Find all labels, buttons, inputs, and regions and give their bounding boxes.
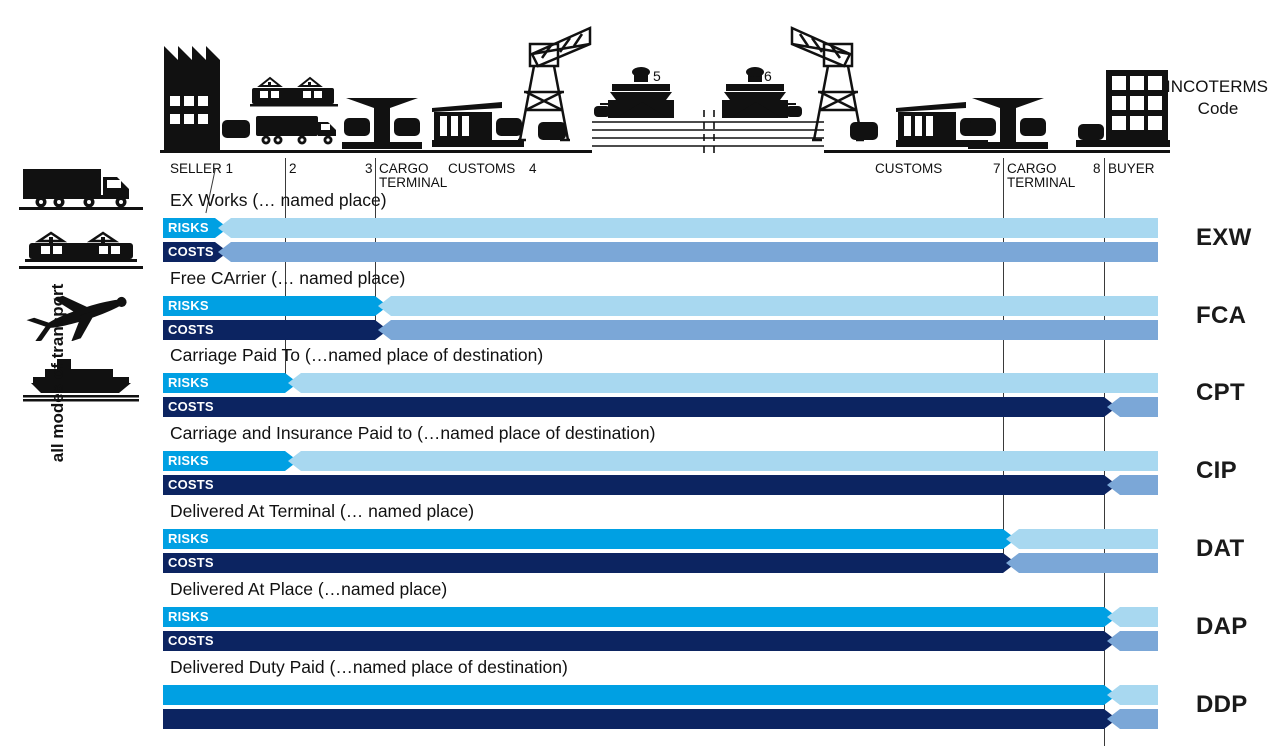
segment-buyer-risks — [218, 218, 1158, 238]
axis-label-terminal-right: TERMINAL — [1007, 175, 1076, 190]
incoterm-title-cip: Carriage and Insurance Paid to (…named p… — [170, 423, 656, 443]
axis-label-cargo-right: CARGO — [1007, 161, 1057, 176]
segment-buyer-costs — [378, 320, 1158, 340]
incoterms-code-line1: INCOTERMS — [1166, 77, 1268, 96]
incoterms-code-line2: Code — [1197, 99, 1239, 118]
axis-num-1: 1 — [225, 161, 234, 176]
axis-label-cargo-terminal-right: CARGO TERMINAL — [1007, 162, 1075, 190]
bar-costs-exw: COSTS — [0, 242, 1280, 262]
axis-num-7: 7 — [993, 161, 1001, 176]
customs-building-icon — [432, 102, 524, 147]
segment-seller-risks: RISKS — [163, 296, 388, 316]
axis-num-3: 3 — [365, 161, 373, 176]
bar-label-risks: RISKS — [168, 298, 209, 313]
segment-seller-risks: RISKS — [163, 607, 1117, 627]
incoterm-title-fca: Free CArrier (… named place) — [170, 268, 406, 288]
container-icon — [538, 122, 566, 140]
incoterm-title-cpt: Carriage Paid To (…named place of destin… — [170, 345, 544, 365]
axis-label-customs-right: CUSTOMS — [875, 161, 943, 176]
train-truck-icon — [250, 76, 338, 145]
axis-num-4: 4 — [529, 161, 537, 176]
segment-seller-risks: RISKS — [163, 373, 298, 393]
segment-buyer-costs — [218, 242, 1158, 262]
incoterm-title-ddp: Delivered Duty Paid (…named place of des… — [170, 657, 568, 677]
segment-buyer-risks — [288, 373, 1158, 393]
axis-num-2: 2 — [289, 161, 297, 176]
axis-label-cargo-terminal-left: CARGO TERMINAL — [379, 162, 447, 190]
container-icon — [850, 122, 878, 140]
bar-costs-cip: COSTS — [0, 475, 1280, 495]
incoterms-code-caption: INCOTERMS Code — [1166, 76, 1280, 120]
bar-costs-ddp — [0, 709, 1280, 729]
factory-icon — [164, 46, 250, 150]
bar-label-costs: COSTS — [168, 244, 214, 259]
segment-seller-costs: COSTS — [163, 631, 1117, 651]
axis-label-buyer: BUYER — [1108, 161, 1155, 176]
bar-label-costs: COSTS — [168, 322, 214, 337]
bar-label-costs: COSTS — [168, 477, 214, 492]
segment-buyer-costs — [1107, 709, 1158, 729]
bar-label-risks: RISKS — [168, 531, 209, 546]
ship-number-5: 5 — [653, 68, 661, 84]
segment-seller-risks — [163, 685, 1117, 705]
incoterms-diagram: all modes of transport 5 6 INCOTERMS Cod… — [0, 0, 1280, 746]
segment-buyer-costs — [1107, 397, 1158, 417]
incoterm-title-dap: Delivered At Place (…named place) — [170, 579, 448, 599]
segment-seller-costs — [163, 709, 1117, 729]
segment-buyer-risks — [1006, 529, 1158, 549]
ship-icon — [594, 67, 674, 118]
bar-label-risks: RISKS — [168, 375, 209, 390]
bar-risks-exw: RISKS — [0, 218, 1280, 238]
axis-label-seller: SELLER 1 — [170, 162, 233, 176]
bar-costs-dat: COSTS — [0, 553, 1280, 573]
segment-seller-costs: COSTS — [163, 397, 1117, 417]
bar-risks-cpt: RISKS — [0, 373, 1280, 393]
segment-buyer-risks — [1107, 607, 1158, 627]
cargo-terminal-icon — [342, 98, 422, 149]
segment-seller-risks: RISKS — [163, 529, 1016, 549]
bar-label-costs: COSTS — [168, 633, 214, 648]
bar-risks-dap: RISKS — [0, 607, 1280, 627]
ship-number-6: 6 — [764, 68, 772, 84]
segment-buyer-risks — [378, 296, 1158, 316]
bar-label-risks: RISKS — [168, 220, 209, 235]
segment-seller-costs: COSTS — [163, 553, 1016, 573]
segment-buyer-costs — [1006, 553, 1158, 573]
segment-buyer-risks — [288, 451, 1158, 471]
segment-seller-risks: RISKS — [163, 451, 298, 471]
axis-label-terminal-left: TERMINAL — [379, 175, 448, 190]
axis-label-customs-left: CUSTOMS — [448, 161, 516, 176]
bar-label-costs: COSTS — [168, 555, 214, 570]
incoterm-title-dat: Delivered At Terminal (… named place) — [170, 501, 475, 521]
segment-seller-costs: COSTS — [163, 320, 388, 340]
segment-buyer-costs — [1107, 475, 1158, 495]
bar-risks-cip: RISKS — [0, 451, 1280, 471]
bar-costs-cpt: COSTS — [0, 397, 1280, 417]
bar-label-risks: RISKS — [168, 453, 209, 468]
segment-buyer-costs — [1107, 631, 1158, 651]
bar-risks-fca: RISKS — [0, 296, 1280, 316]
incoterm-title-exw: EX Works (… named place) — [170, 190, 387, 210]
segment-seller-costs: COSTS — [163, 475, 1117, 495]
buyer-building-icon — [1076, 70, 1170, 147]
bar-label-risks: RISKS — [168, 609, 209, 624]
bar-costs-dap: COSTS — [0, 631, 1280, 651]
bar-risks-ddp — [0, 685, 1280, 705]
axis-num-8: 8 — [1093, 161, 1101, 176]
bar-costs-fca: COSTS — [0, 320, 1280, 340]
supply-chain-scene: 5 6 — [160, 0, 1170, 160]
bar-risks-dat: RISKS — [0, 529, 1280, 549]
ship-icon — [722, 67, 802, 118]
segment-buyer-risks — [1107, 685, 1158, 705]
axis-label-cargo-left: CARGO — [379, 161, 429, 176]
axis-labels: SELLER 1 2 3 CARGO TERMINAL CUSTOMS 4 CU… — [0, 158, 1280, 194]
bar-label-costs: COSTS — [168, 399, 214, 414]
